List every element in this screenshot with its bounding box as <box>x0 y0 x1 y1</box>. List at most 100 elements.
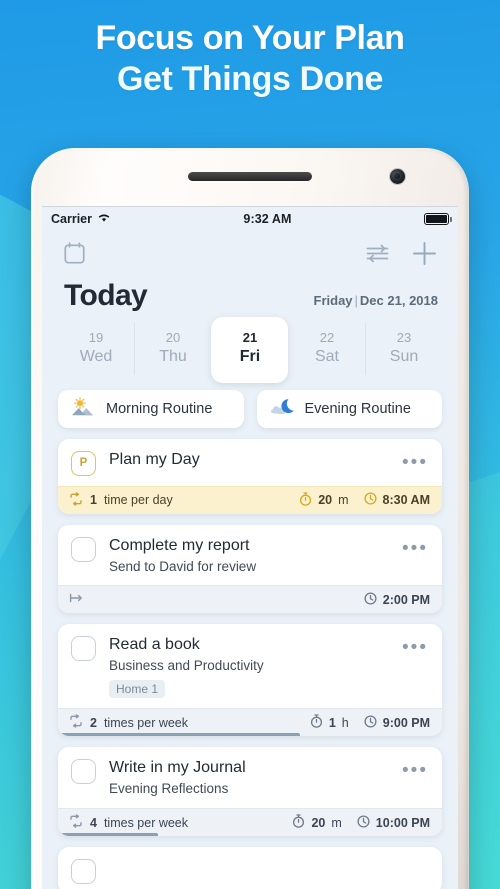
repeat-icon <box>69 491 83 509</box>
task-card[interactable]: Complete my report Send to David for rev… <box>58 524 442 614</box>
date-cell-2-selected[interactable]: 21 Fri <box>211 317 288 383</box>
date-cell-weekday: Thu <box>159 347 187 365</box>
task-duration: 20 m <box>292 814 342 831</box>
header-date: Friday | Dec 21, 2018 <box>314 293 438 313</box>
task-duration-value: 20 <box>311 815 326 830</box>
task-card-body: Read a book Business and Productivity Ho… <box>96 635 402 699</box>
date-cell-number: 23 <box>396 330 412 345</box>
sliders-filter-icon[interactable] <box>366 243 389 264</box>
task-meta: 20 m 8:30 AM <box>299 491 430 509</box>
task-meta: 20 m 10:00 PM <box>292 814 430 831</box>
calendar-icon[interactable] <box>64 242 85 264</box>
status-bar-time: 9:32 AM <box>243 212 292 226</box>
task-time: 10:00 PM <box>357 815 430 831</box>
task-time-value: 9:00 PM <box>382 715 430 730</box>
app-screen: Carrier 9:32 AM Today Friday | Dec 21, 2… <box>42 206 458 889</box>
task-repeat-info: 4 times per week <box>69 814 188 831</box>
task-duration-unit: h <box>341 715 349 730</box>
date-cell-number: 19 <box>88 330 104 345</box>
task-subtitle: Send to David for review <box>109 558 257 574</box>
clock-icon <box>357 815 370 831</box>
task-progress-bar <box>58 833 158 837</box>
routine-label: Morning Routine <box>106 400 213 417</box>
date-strip: 19 Wed 20 Thu 21 Fri 22 Sat 23 Sun <box>42 313 458 383</box>
deadline-flag-icon <box>69 592 84 607</box>
task-time: 2:00 PM <box>364 592 430 608</box>
status-bar-right <box>424 213 452 225</box>
page-title: Today <box>64 279 148 312</box>
task-card-main: Complete my report Send to David for rev… <box>58 525 442 586</box>
task-repeat-text: times per week <box>103 815 189 830</box>
header-date-value: Dec 21, 2018 <box>359 293 438 308</box>
task-checkbox[interactable] <box>71 636 96 662</box>
moon-cloud-icon <box>270 397 296 420</box>
date-cell-number: 22 <box>319 330 335 345</box>
more-options-icon[interactable]: ••• <box>402 758 428 780</box>
task-card-body: Complete my report Send to David for rev… <box>96 536 402 576</box>
task-card[interactable]: P Plan my Day ••• 1 time per day 20 m 8:… <box>58 438 442 514</box>
task-card[interactable]: Read a book Business and Productivity Ho… <box>58 624 442 737</box>
clock-icon <box>364 592 377 608</box>
task-time-value: 10:00 PM <box>375 815 430 830</box>
routine-label: Evening Routine <box>304 400 411 417</box>
task-progress-bar <box>58 733 300 737</box>
task-tag[interactable]: Home 1 <box>109 680 166 699</box>
task-card-main <box>58 847 442 889</box>
evening-routine-button[interactable]: Evening Routine <box>256 389 442 428</box>
task-repeat-count: 2 <box>90 715 97 730</box>
task-duration-value: 20 <box>318 493 333 508</box>
task-card[interactable]: Write in my Journal Evening Reflections … <box>58 747 442 837</box>
task-meta: 2:00 PM <box>364 592 430 608</box>
task-list: P Plan my Day ••• 1 time per day 20 m 8:… <box>42 438 458 889</box>
front-camera-icon <box>390 169 405 184</box>
task-repeat-info: 2 times per week <box>69 714 188 731</box>
date-cell-weekday: Sat <box>314 347 339 365</box>
task-duration: 1h <box>310 714 349 731</box>
task-card-footer: 1 time per day 20 m 8:30 AM <box>58 485 442 514</box>
task-title: Plan my Day <box>109 450 200 468</box>
task-meta: 1h 9:00 PM <box>310 714 430 731</box>
task-duration-unit: m <box>338 493 349 508</box>
task-card-main: Read a book Business and Productivity Ho… <box>58 624 442 708</box>
sun-over-mountains-icon <box>72 397 97 420</box>
task-time-value: 2:00 PM <box>382 592 430 607</box>
task-card-footer: 2 times per week 1h 9:00 PM <box>58 708 442 737</box>
stopwatch-icon <box>299 491 312 509</box>
task-checkbox[interactable] <box>71 859 96 885</box>
task-checkbox[interactable] <box>71 759 96 785</box>
date-cell-3[interactable]: 22 Sat <box>288 323 365 375</box>
header-date-separator: | <box>354 293 358 308</box>
repeat-icon <box>69 814 83 831</box>
page-header: Today Friday | Dec 21, 2018 <box>42 275 458 313</box>
task-checkbox[interactable] <box>71 536 96 562</box>
morning-routine-button[interactable]: Morning Routine <box>58 389 244 428</box>
task-card-footer: 2:00 PM <box>58 585 442 614</box>
task-badge-checkbox[interactable]: P <box>71 450 96 476</box>
headline-line-2: Get Things Done <box>116 60 383 99</box>
more-options-icon[interactable]: ••• <box>402 536 428 558</box>
date-cell-4[interactable]: 23 Sun <box>365 323 442 375</box>
task-subtitle: Evening Reflections <box>109 781 229 797</box>
task-title: Complete my report <box>109 536 250 554</box>
status-bar: Carrier 9:32 AM <box>42 207 458 231</box>
date-cell-1[interactable]: 20 Thu <box>134 323 211 375</box>
clock-icon <box>364 715 377 731</box>
task-card-main: Write in my Journal Evening Reflections … <box>58 747 442 808</box>
date-cell-0[interactable]: 19 Wed <box>58 323 134 375</box>
earpiece-speaker <box>188 172 312 181</box>
date-cell-number: 20 <box>165 330 181 345</box>
task-time-value: 8:30 AM <box>382 493 430 508</box>
clock-icon <box>363 492 377 508</box>
header-weekday: Friday <box>313 293 353 308</box>
task-repeat-info: 1 time per day <box>69 491 173 509</box>
task-title: Read a book <box>109 636 200 654</box>
task-duration-value: 1 <box>328 715 336 730</box>
more-options-icon[interactable]: ••• <box>402 450 428 472</box>
repeat-icon <box>69 714 83 731</box>
plus-icon[interactable] <box>411 240 438 267</box>
task-time: 8:30 AM <box>363 492 430 508</box>
more-options-icon[interactable]: ••• <box>402 635 428 657</box>
task-repeat-text: time per day <box>103 493 173 508</box>
task-repeat-count: 1 <box>90 493 97 508</box>
task-card[interactable] <box>58 847 442 889</box>
